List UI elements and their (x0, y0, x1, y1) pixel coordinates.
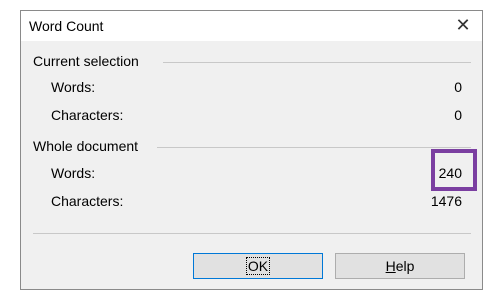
current-selection-separator (163, 62, 471, 63)
current-selection-heading: Current selection (33, 53, 139, 69)
button-separator (33, 233, 471, 234)
whole-characters-label: Characters: (51, 193, 124, 209)
help-button[interactable]: Help (335, 253, 465, 279)
highlight-annotation (431, 149, 477, 191)
background-text-fragment (120, 0, 180, 6)
ok-button[interactable]: OK (193, 253, 323, 279)
dialog-title: Word Count (29, 18, 104, 34)
ok-button-label: OK (245, 257, 271, 275)
whole-document-separator (157, 147, 471, 148)
current-characters-label: Characters: (51, 107, 124, 123)
dialog-titlebar: Word Count ✕ (21, 11, 482, 41)
whole-words-label: Words: (51, 165, 96, 181)
current-words-label: Words: (51, 79, 96, 95)
current-characters-value: 0 (454, 107, 462, 123)
current-words-value: 0 (454, 79, 462, 95)
background-text-fragment (235, 0, 275, 6)
whole-document-heading: Whole document (33, 138, 139, 154)
close-icon: ✕ (455, 15, 471, 35)
help-button-mnemonic: H (385, 258, 396, 274)
close-button[interactable]: ✕ (452, 14, 474, 36)
background-text-fragment (320, 0, 390, 6)
background-document-top (0, 0, 485, 10)
background-document (0, 0, 20, 292)
help-button-label: elp (395, 258, 415, 274)
word-count-dialog: Word Count ✕ Current selection Words: 0 … (20, 10, 483, 290)
whole-characters-value: 1476 (430, 193, 462, 209)
